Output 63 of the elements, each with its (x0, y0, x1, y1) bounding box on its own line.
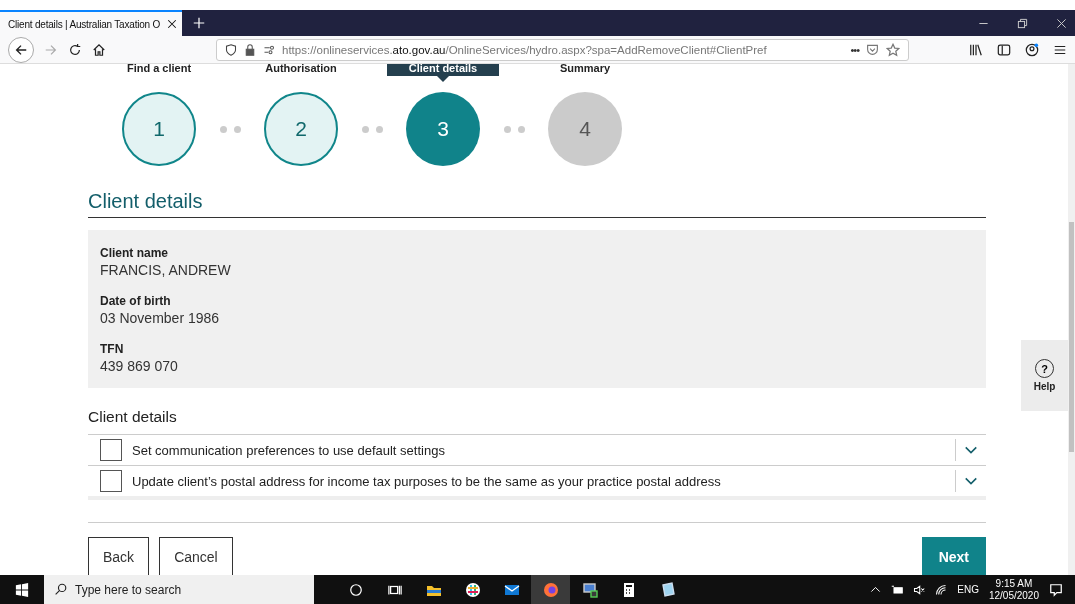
close-icon[interactable] (1056, 17, 1067, 29)
address-bar[interactable]: https://onlineservices.ato.gov.au/OnlineServices/hydro.aspx?spa=AddRemoveClient#ClientPref ••• (216, 38, 909, 61)
step-label: Authorisation (265, 64, 337, 75)
field-value: 439 869 070 (100, 358, 179, 374)
computer-icon[interactable] (581, 581, 598, 598)
back-button[interactable]: Back (88, 537, 150, 575)
step-circle: 2 (264, 92, 338, 166)
reload-icon[interactable] (68, 42, 82, 57)
page-actions-button[interactable]: ••• (850, 43, 859, 56)
url-text: https://onlineservices.ato.gov.au/OnlineServices/hydro.aspx?spa=AddRemoveClient#ClientPref (282, 43, 768, 56)
step-label: Find a client (126, 64, 192, 75)
windows-icon[interactable] (15, 582, 29, 597)
step-circle: 3 (406, 92, 480, 166)
connector-dots (504, 125, 525, 133)
library-icon[interactable] (969, 42, 983, 57)
cancel-button[interactable]: Cancel (159, 537, 233, 575)
field-value: 03 November 1986 (100, 310, 221, 326)
muted-speaker-icon[interactable] (913, 583, 926, 596)
lock-icon (244, 43, 256, 56)
notification-icon[interactable] (1049, 582, 1063, 597)
step-circle: 1 (122, 92, 196, 166)
star-icon[interactable] (886, 42, 900, 57)
field-label: Client name (100, 246, 169, 260)
chevron-up-icon[interactable] (870, 584, 882, 595)
step-label: Summary (559, 64, 611, 75)
battery-icon[interactable] (891, 583, 904, 596)
notepad-icon[interactable] (659, 581, 676, 598)
restore-icon[interactable] (1017, 17, 1028, 29)
plus-icon[interactable] (192, 16, 206, 30)
sidebar-icon[interactable] (997, 42, 1011, 57)
checkbox[interactable] (100, 439, 122, 461)
field-label: TFN (100, 342, 125, 356)
taskbar-search-field[interactable]: Type here to search (44, 575, 314, 604)
search-icon (54, 583, 67, 596)
option-label: Set communication preferences to use default settings (132, 442, 446, 458)
connector-dots (220, 125, 241, 133)
hash-logo-icon[interactable] (464, 581, 481, 598)
field-value: FRANCIS, ANDREW (100, 262, 232, 278)
clock[interactable]: 9:15 AM 12/05/2020 (988, 577, 1039, 602)
help-button[interactable]: ? Help (1021, 340, 1068, 411)
shield-icon[interactable] (225, 43, 237, 56)
language-indicator[interactable]: ENG (957, 584, 979, 595)
pocket-icon[interactable] (866, 43, 879, 56)
arrow-left-icon (14, 42, 28, 57)
next-button[interactable]: Next (921, 537, 986, 575)
close-icon[interactable] (166, 18, 179, 30)
back-button[interactable] (8, 36, 34, 63)
connector-dots (362, 125, 383, 133)
home-icon[interactable] (92, 42, 106, 57)
browser-tab[interactable]: Client details | Australian Taxation O (0, 10, 182, 36)
step-label: Client details (386, 64, 500, 82)
permissions-icon[interactable] (263, 43, 275, 56)
section-heading: Client details (88, 408, 178, 426)
tab-title: Client details | Australian Taxation O (8, 18, 161, 30)
page-title: Client details (88, 190, 986, 218)
checkbox[interactable] (100, 470, 122, 492)
circle-icon[interactable] (348, 582, 363, 597)
step-circle: 4 (548, 92, 622, 166)
account-icon[interactable] (1025, 42, 1039, 57)
option-label: Update client’s postal address for income tax purposes to be the same as your practice postal address (132, 473, 722, 489)
wifi-icon[interactable] (935, 583, 948, 596)
field-label: Date of birth (100, 294, 172, 308)
browser-icon[interactable] (542, 581, 559, 598)
